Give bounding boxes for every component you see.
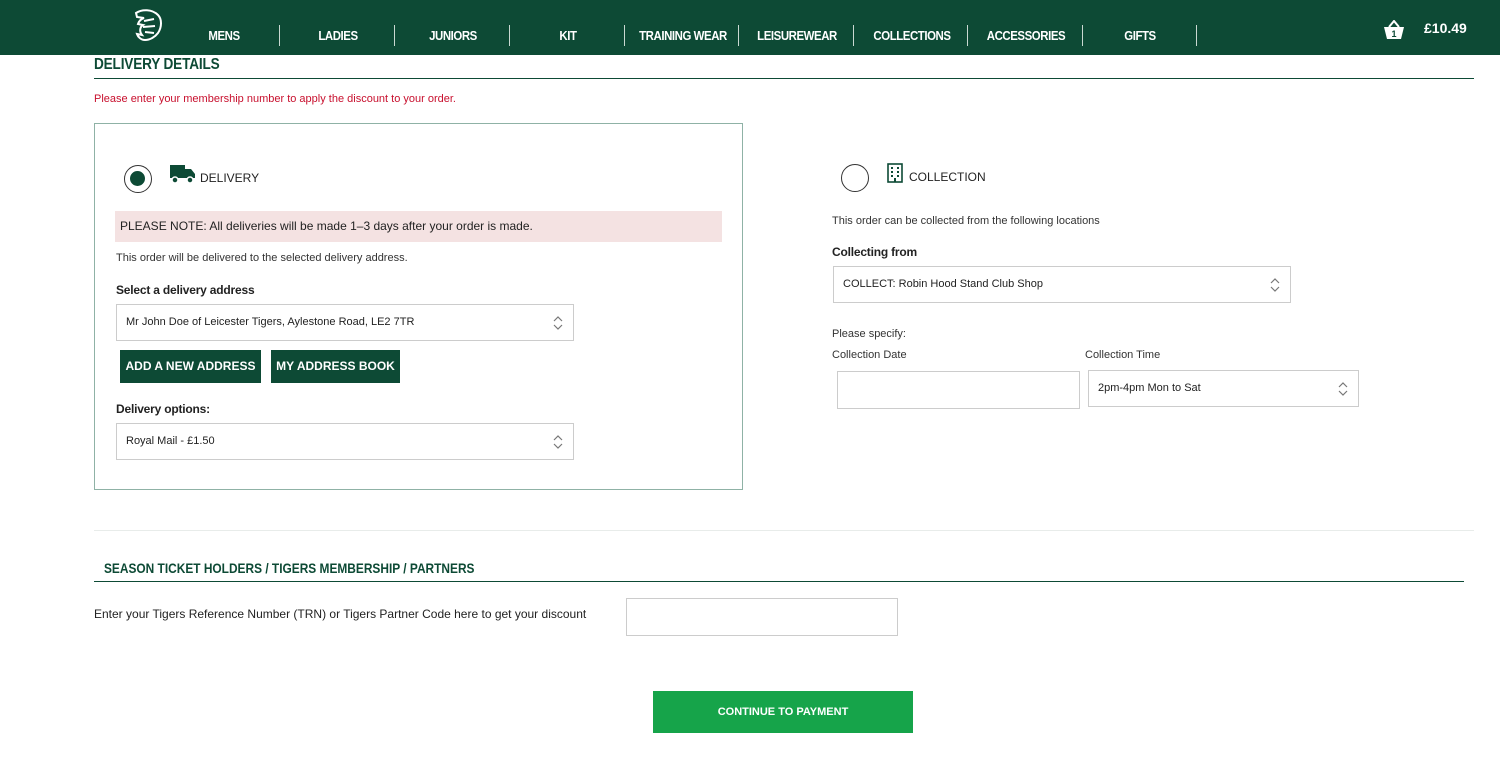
page-title: DELIVERY DETAILS	[94, 56, 220, 73]
truck-icon	[170, 165, 195, 184]
nav-training-wear[interactable]: TRAINING WEAR	[638, 0, 728, 55]
add-new-address-button[interactable]: ADD A NEW ADDRESS	[120, 350, 261, 383]
collection-time-select[interactable]: 2pm-4pm Mon to Sat	[1088, 370, 1359, 407]
please-specify-label: Please specify:	[832, 328, 906, 340]
top-navigation-bar: MENS LADIES JUNIORS KIT TRAINING WEAR LE…	[0, 0, 1500, 55]
collection-radio[interactable]	[841, 164, 869, 192]
nav-separator	[624, 25, 625, 46]
select-chevron-icon	[1270, 278, 1280, 292]
nav-separator	[967, 25, 968, 46]
nav-ladies[interactable]: LADIES	[313, 0, 362, 55]
my-address-book-button[interactable]: MY ADDRESS BOOK	[271, 350, 400, 383]
select-chevron-icon	[1338, 382, 1348, 396]
membership-divider	[94, 581, 1464, 582]
select-chevron-icon	[553, 435, 563, 449]
collection-time-label: Collection Time	[1085, 349, 1161, 361]
nav-separator	[853, 25, 854, 46]
nav-mens[interactable]: MENS	[201, 0, 247, 55]
select-chevron-icon	[553, 316, 563, 330]
basket-icon[interactable]: 1	[1383, 20, 1405, 40]
delivery-info: This order will be delivered to the sele…	[116, 252, 408, 264]
delivery-options-select[interactable]: Royal Mail - £1.50	[116, 423, 574, 460]
collection-info: This order can be collected from the fol…	[832, 215, 1100, 227]
nav-gifts[interactable]: GIFTS	[1117, 0, 1163, 55]
nav-leisurewear[interactable]: LEISUREWEAR	[757, 0, 838, 55]
collection-date-input[interactable]	[837, 371, 1080, 409]
nav-juniors[interactable]: JUNIORS	[424, 0, 482, 55]
trn-label: Enter your Tigers Reference Number (TRN)…	[94, 607, 587, 621]
delivery-options-label: Delivery options:	[116, 402, 210, 416]
nav-separator	[1082, 25, 1083, 46]
collection-location-select[interactable]: COLLECT: Robin Hood Stand Club Shop	[833, 266, 1291, 303]
membership-section-title: SEASON TICKET HOLDERS / TIGERS MEMBERSHI…	[104, 560, 475, 576]
nav-collections[interactable]: COLLECTIONS	[870, 0, 954, 55]
nav-separator	[509, 25, 510, 46]
section-divider	[94, 530, 1474, 531]
basket-count: 1	[1391, 29, 1396, 39]
delivery-note: PLEASE NOTE: All deliveries will be made…	[115, 211, 722, 242]
nav-kit[interactable]: KIT	[552, 0, 584, 55]
nav-separator	[394, 25, 395, 46]
title-divider	[94, 78, 1474, 79]
address-label: Select a delivery address	[116, 283, 255, 297]
nav-separator	[1196, 25, 1197, 46]
address-value: Mr John Doe of Leicester Tigers, Aylesto…	[126, 316, 415, 328]
delivery-options-value: Royal Mail - £1.50	[126, 435, 215, 447]
collection-location-value: COLLECT: Robin Hood Stand Club Shop	[843, 278, 1043, 290]
continue-to-payment-button[interactable]: CONTINUE TO PAYMENT	[653, 691, 913, 733]
delivery-radio[interactable]	[124, 165, 152, 193]
delivery-option-label[interactable]: DELIVERY	[200, 171, 259, 185]
collection-date-label: Collection Date	[832, 349, 907, 361]
collection-time-value: 2pm-4pm Mon to Sat	[1098, 382, 1201, 394]
trn-input[interactable]	[626, 598, 898, 636]
delivery-address-select[interactable]: Mr John Doe of Leicester Tigers, Aylesto…	[116, 304, 574, 341]
membership-warning: Please enter your membership number to a…	[94, 93, 456, 105]
nav-accessories[interactable]: ACCESSORIES	[984, 0, 1068, 55]
basket-total[interactable]: £10.49	[1424, 20, 1467, 36]
collection-option-label[interactable]: COLLECTION	[909, 170, 986, 184]
tiger-logo-icon[interactable]	[128, 7, 166, 45]
nav-separator	[738, 25, 739, 46]
building-icon	[887, 163, 903, 183]
collecting-from-label: Collecting from	[832, 245, 918, 259]
nav-separator	[279, 25, 280, 46]
